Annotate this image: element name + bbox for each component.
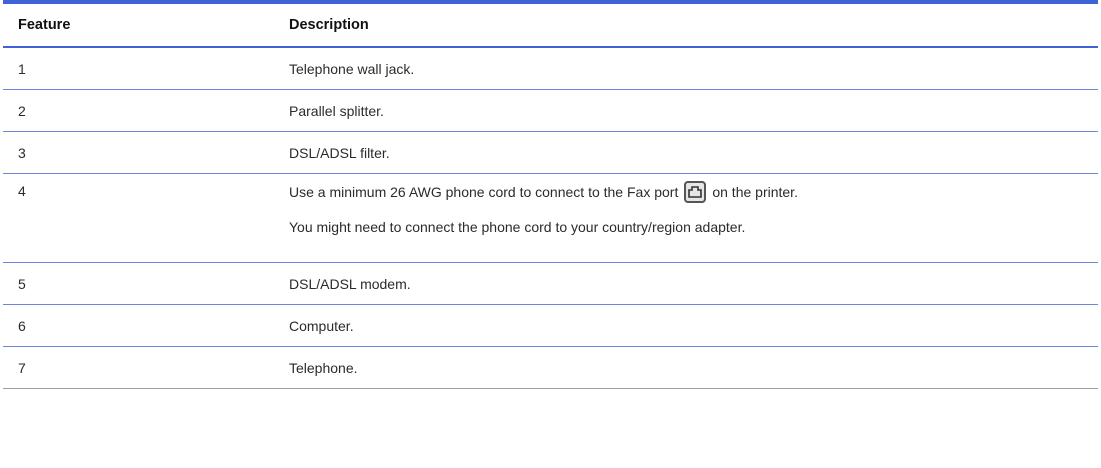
- feature-number: 1: [18, 60, 26, 77]
- feature-number: 6: [18, 317, 26, 334]
- feature-table: Feature Description 1 Telephone wall jac…: [3, 0, 1098, 389]
- table-row: 1 Telephone wall jack.: [3, 48, 1098, 90]
- table-row: 7 Telephone.: [3, 347, 1098, 389]
- instruction-text-after: on the printer.: [712, 184, 798, 200]
- header-feature: Feature: [18, 17, 71, 33]
- instruction-text-before: Use a minimum 26 AWG phone cord to conne…: [289, 184, 679, 200]
- feature-number: 3: [18, 144, 26, 161]
- feature-number: 2: [18, 102, 26, 119]
- feature-number: 7: [18, 359, 26, 376]
- feature-description: Use a minimum 26 AWG phone cord to conne…: [284, 174, 1098, 262]
- feature-description: Telephone wall jack.: [289, 60, 415, 77]
- table-row: 3 DSL/ADSL filter.: [3, 132, 1098, 174]
- table-row: 5 DSL/ADSL modem.: [3, 263, 1098, 305]
- table-row: 2 Parallel splitter.: [3, 90, 1098, 132]
- feature-description: DSL/ADSL filter.: [289, 144, 390, 161]
- header-description: Description: [289, 17, 369, 33]
- feature-description: Parallel splitter.: [289, 102, 384, 119]
- adapter-note: You might need to connect the phone cord…: [289, 219, 746, 235]
- feature-number: 4: [18, 183, 26, 199]
- table-row: 4 Use a minimum 26 AWG phone cord to con…: [3, 174, 1098, 263]
- table-row: 6 Computer.: [3, 305, 1098, 347]
- feature-description: Telephone.: [289, 359, 358, 376]
- feature-description: Computer.: [289, 317, 354, 334]
- table-header-row: Feature Description: [3, 4, 1098, 48]
- feature-number: 5: [18, 275, 26, 292]
- fax-port-icon: [684, 181, 707, 203]
- fax-port-instruction: Use a minimum 26 AWG phone cord to conne…: [289, 177, 1098, 207]
- feature-description: DSL/ADSL modem.: [289, 275, 411, 292]
